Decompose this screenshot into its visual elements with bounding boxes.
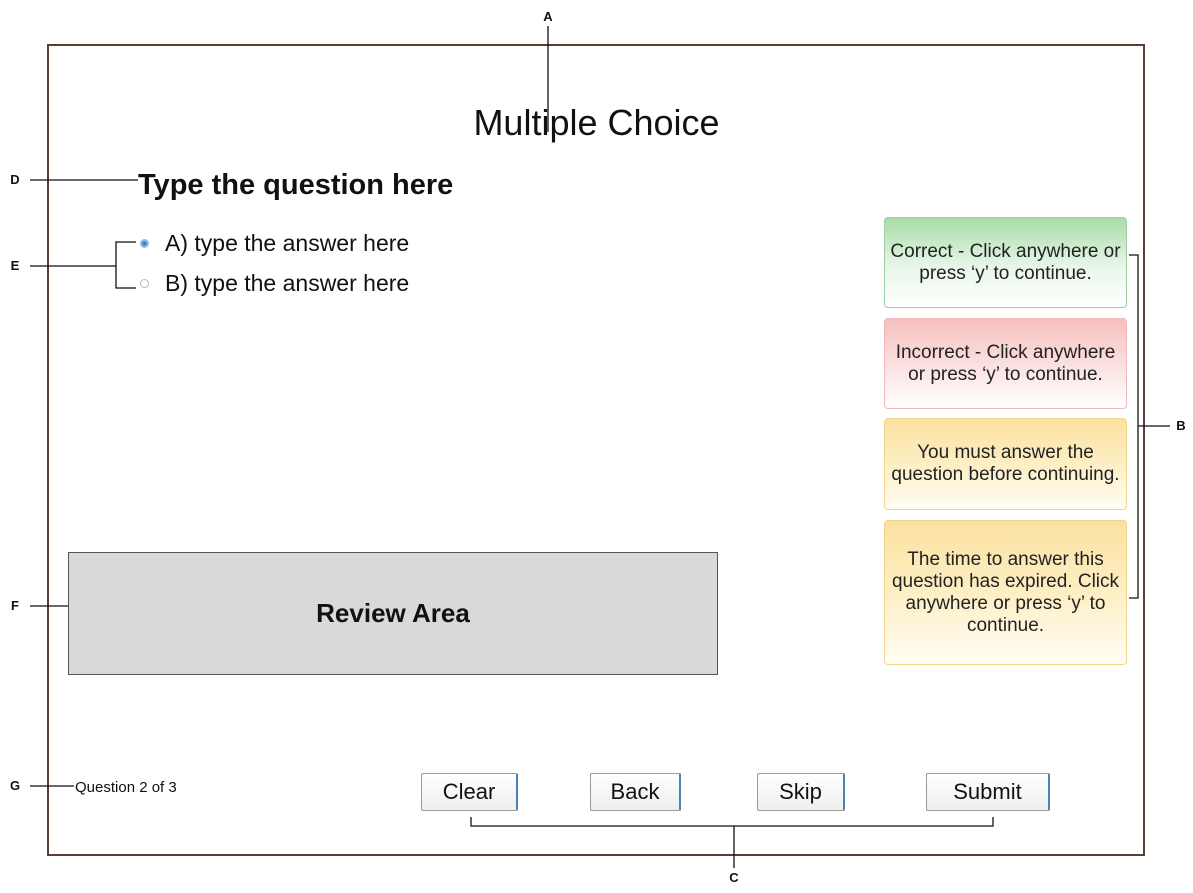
skip-button[interactable]: Skip	[757, 773, 845, 811]
leader-e	[30, 241, 136, 289]
review-area: Review Area	[68, 552, 718, 675]
back-button[interactable]: Back	[590, 773, 681, 811]
timeout-feedback-text: The time to answer this question has exp…	[891, 548, 1120, 636]
incorrect-feedback-caption: Incorrect - Click anywhere or press ‘y’ …	[884, 318, 1127, 409]
callout-f: F	[11, 598, 19, 613]
submit-button[interactable]: Submit	[926, 773, 1050, 811]
timeout-feedback-caption: The time to answer this question has exp…	[884, 520, 1127, 665]
answer-option-a[interactable]: A) type the answer here	[140, 228, 409, 258]
question-text: Type the question here	[138, 169, 454, 201]
correct-feedback-text: Correct - Click anywhere or press ‘y’ to…	[890, 240, 1121, 284]
incorrect-feedback-text: Incorrect - Click anywhere or press ‘y’ …	[895, 341, 1116, 385]
review-area-label: Review Area	[316, 598, 470, 628]
slide-title: Multiple Choice	[473, 102, 720, 143]
callout-a: A	[543, 9, 553, 24]
callout-b: B	[1176, 418, 1186, 433]
callout-e: E	[10, 258, 20, 273]
question-progress: Question 2 of 3	[75, 779, 177, 796]
radio-selected-icon[interactable]	[140, 238, 149, 248]
callout-g: G	[9, 778, 21, 793]
radio-unselected-icon[interactable]	[140, 278, 149, 288]
answer-option-label: A) type the answer here	[165, 230, 410, 256]
callout-d: D	[10, 172, 20, 187]
incomplete-feedback-caption: You must answer the question before cont…	[884, 418, 1127, 510]
answer-option-label: B) type the answer here	[165, 270, 410, 296]
incomplete-feedback-text: You must answer the question before cont…	[891, 442, 1120, 485]
leader-c	[470, 817, 994, 868]
clear-button[interactable]: Clear	[421, 773, 518, 811]
correct-feedback-caption: Correct - Click anywhere or press ‘y’ to…	[884, 217, 1127, 308]
callout-c: C	[729, 870, 739, 885]
leader-b	[1129, 254, 1170, 599]
answer-option-b[interactable]: B) type the answer here	[140, 268, 409, 298]
